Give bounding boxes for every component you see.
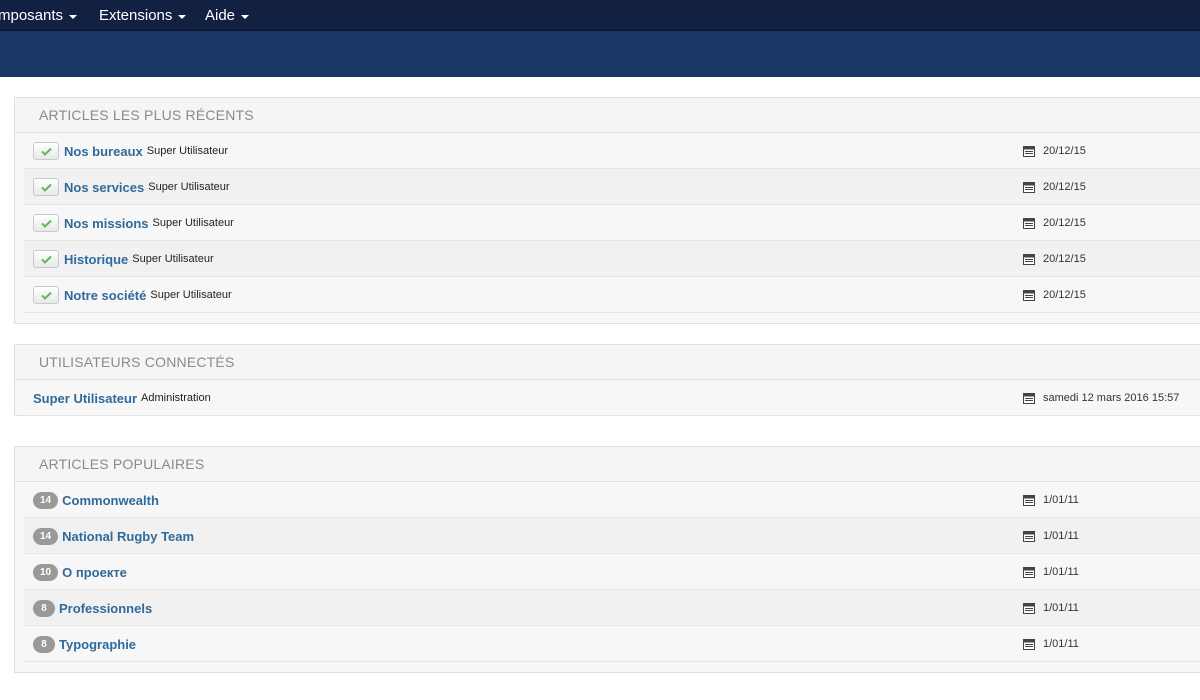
published-toggle-button[interactable] (33, 142, 59, 160)
panel-popular-articles: ARTICLES POPULAIRES 14 Commonwealth 1/01… (14, 446, 1200, 673)
article-date: 1/01/11 (1043, 566, 1079, 578)
article-date: 20/12/15 (1043, 217, 1086, 229)
caret-down-icon (69, 14, 78, 19)
menu-components-label: mposants (0, 7, 64, 24)
article-author: Super Utilisateur (148, 181, 230, 193)
calendar-icon (1023, 638, 1035, 650)
calendar-icon (1023, 181, 1035, 193)
menu-help-label: Aide (205, 7, 236, 24)
user-last-activity: samedi 12 mars 2016 15:57 (1043, 392, 1180, 404)
hits-badge: 8 (33, 599, 55, 617)
table-row: 8 Professionnels 1/01/11 (24, 590, 1200, 626)
article-date: 1/01/11 (1043, 638, 1079, 650)
table-row: Super Utilisateur Administration samedi … (24, 380, 1200, 416)
panel-recent-articles: ARTICLES LES PLUS RÉCENTS Nos bureaux Su… (14, 97, 1200, 324)
calendar-icon (1023, 289, 1035, 301)
article-date: 20/12/15 (1043, 253, 1086, 265)
check-icon (40, 291, 52, 300)
caret-down-icon (241, 14, 250, 19)
table-row: 10 О проекте 1/01/11 (24, 554, 1200, 590)
calendar-icon (1023, 566, 1035, 578)
table-row: Historique Super Utilisateur 20/12/15 (24, 241, 1200, 277)
check-icon (40, 183, 52, 192)
article-title-link[interactable]: Nos bureaux (64, 144, 143, 159)
published-toggle-button[interactable] (33, 286, 59, 304)
article-date: 1/01/11 (1043, 494, 1079, 506)
article-date: 20/12/15 (1043, 145, 1086, 157)
article-date: 1/01/11 (1043, 602, 1079, 614)
article-author: Super Utilisateur (146, 145, 229, 157)
article-title-link[interactable]: Commonwealth (62, 493, 159, 508)
top-navbar: mposants Extensions Aide (0, 0, 1200, 31)
published-toggle-button[interactable] (33, 250, 59, 268)
article-date: 20/12/15 (1043, 289, 1086, 301)
calendar-icon (1023, 494, 1035, 506)
panel-title: ARTICLES POPULAIRES (15, 447, 1200, 482)
menu-components[interactable]: mposants (0, 0, 78, 31)
check-icon (40, 255, 52, 264)
hits-badge: 14 (33, 527, 59, 545)
calendar-icon (1023, 253, 1035, 265)
table-row: Nos services Super Utilisateur 20/12/15 (24, 169, 1200, 205)
user-client: Administration (141, 392, 211, 404)
calendar-icon (1023, 217, 1035, 229)
subheader-bar (0, 31, 1200, 77)
menu-help[interactable]: Aide (205, 0, 250, 31)
caret-down-icon (178, 14, 187, 19)
hits-badge: 10 (33, 563, 59, 581)
article-title-link[interactable]: Typographie (59, 637, 136, 652)
table-row: 8 Typographie 1/01/11 (24, 626, 1200, 662)
table-row: Nos bureaux Super Utilisateur 20/12/15 (24, 133, 1200, 169)
panel-logged-in-users: UTILISATEURS CONNECTÉS Super Utilisateur… (14, 344, 1200, 416)
check-icon (40, 219, 52, 228)
article-author: Super Utilisateur (150, 289, 232, 301)
table-row: 14 National Rugby Team 1/01/11 (24, 518, 1200, 554)
article-date: 1/01/11 (1043, 530, 1079, 542)
panel-title: UTILISATEURS CONNECTÉS (15, 345, 1200, 380)
calendar-icon (1023, 530, 1035, 542)
calendar-icon (1023, 602, 1035, 614)
menu-extensions-label: Extensions (99, 7, 173, 24)
menu-extensions[interactable]: Extensions (99, 0, 187, 31)
panel-title: ARTICLES LES PLUS RÉCENTS (15, 98, 1200, 133)
calendar-icon (1023, 145, 1035, 157)
article-title-link[interactable]: Nos services (64, 180, 144, 195)
article-title-link[interactable]: Notre société (64, 288, 146, 303)
article-author: Super Utilisateur (152, 217, 234, 229)
article-title-link[interactable]: Historique (64, 252, 128, 267)
hits-badge: 8 (33, 635, 55, 653)
table-row: Nos missions Super Utilisateur 20/12/15 (24, 205, 1200, 241)
calendar-icon (1023, 392, 1035, 404)
article-author: Super Utilisateur (132, 253, 214, 265)
published-toggle-button[interactable] (33, 178, 59, 196)
table-row: 14 Commonwealth 1/01/11 (24, 482, 1200, 518)
check-icon (40, 147, 52, 156)
article-title-link[interactable]: Nos missions (64, 216, 149, 231)
table-row: Notre société Super Utilisateur 20/12/15 (24, 277, 1200, 313)
user-name-link[interactable]: Super Utilisateur (33, 391, 137, 406)
article-title-link[interactable]: О проекте (62, 565, 127, 580)
article-date: 20/12/15 (1043, 181, 1086, 193)
article-title-link[interactable]: National Rugby Team (62, 529, 194, 544)
hits-badge: 14 (33, 491, 59, 509)
article-title-link[interactable]: Professionnels (59, 601, 152, 616)
published-toggle-button[interactable] (33, 214, 59, 232)
